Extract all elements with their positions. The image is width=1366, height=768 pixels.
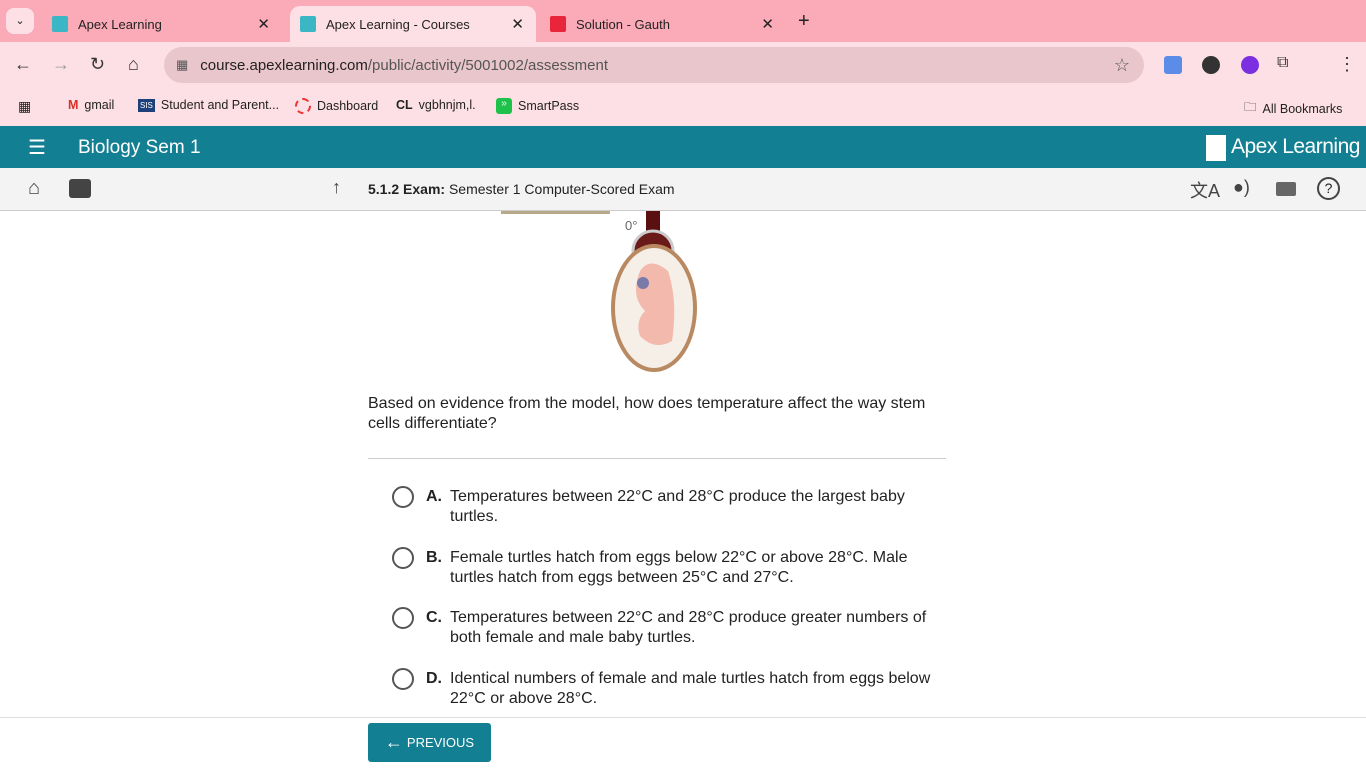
answer-option-b[interactable]: B. Female turtles hatch from eggs below 2… [392, 547, 952, 588]
up-arrow-icon[interactable]: ↑ [332, 177, 341, 198]
scale-bar [501, 211, 610, 214]
radio-button[interactable] [392, 547, 414, 569]
cl-icon: CL [396, 98, 413, 112]
all-bookmarks[interactable]: 🗀 All Bookmarks [1244, 98, 1342, 119]
site-info-icon[interactable]: ▦ [176, 57, 188, 73]
activity-number: 5.1.2 [368, 181, 400, 197]
arrow-left-icon: ← [384, 732, 403, 752]
url-path: /public/activity/5001002/assessment [367, 56, 609, 74]
tab-apex-courses[interactable]: Apex Learning - Courses ✕ [290, 6, 536, 42]
read-aloud-icon[interactable]: ●) [1233, 177, 1250, 198]
radio-button[interactable] [392, 486, 414, 508]
option-letter: C. [426, 609, 442, 626]
menu-icon[interactable]: ⋮ [1338, 54, 1356, 75]
tab-title: Solution - Gauth [576, 16, 670, 32]
bookmark-smartpass[interactable]: » SmartPass [496, 98, 579, 114]
answer-option-a[interactable]: A. Temperatures between 22°C and 28°C pro… [392, 486, 952, 527]
extension-icon[interactable] [1164, 56, 1182, 74]
bookmark-sis[interactable]: SIS Student and Parent... [138, 98, 279, 112]
temperature-label: 0° [625, 218, 637, 233]
url-host: course.apexlearning.com [200, 56, 368, 74]
previous-button[interactable]: ← PREVIOUS [368, 723, 491, 762]
bookmark-star-icon[interactable]: ☆ [1114, 55, 1130, 76]
apps-grid-icon[interactable]: ▦ [18, 98, 31, 115]
print-icon[interactable] [1276, 182, 1296, 196]
bookmark-label: gmail [84, 98, 115, 112]
tab-title: Apex Learning [78, 16, 162, 32]
forward-icon[interactable]: → [52, 54, 70, 75]
bookmark-dashboard[interactable]: Dashboard [295, 98, 378, 114]
bookmarks-bar: ▦ Mgmail SIS Student and Parent... Dashbo… [0, 88, 1366, 126]
radio-button[interactable] [392, 668, 414, 690]
activity-type: Exam: [403, 181, 446, 197]
reload-icon[interactable]: ↻ [90, 54, 105, 75]
option-letter: B. [426, 549, 442, 566]
translate-icon[interactable]: 文A [1190, 177, 1220, 203]
tab-gauth[interactable]: Solution - Gauth ✕ [540, 6, 786, 42]
bookmark-label: All Bookmarks [1262, 101, 1343, 116]
browser-toolbar: ← → ↻ ⌂ ▦ course.apexlearning.com/public… [0, 42, 1366, 88]
activity-bar: ⌂ ↑ 5.1.2 Exam: Semester 1 Computer-Scor… [0, 168, 1366, 211]
tab-search-button[interactable]: ⌄ [6, 8, 34, 34]
smartpass-icon: » [496, 98, 512, 114]
new-tab-button[interactable]: + [798, 10, 810, 33]
bookmark-label: vgbhnjm,l. [418, 98, 476, 112]
extensions-puzzle-icon[interactable]: ⧉ [1277, 54, 1288, 72]
close-tab-icon[interactable]: ✕ [257, 15, 270, 33]
course-header: ☰ Biology Sem 1 Apex Learning [0, 126, 1366, 168]
bookmark-gmail[interactable]: Mgmail [68, 98, 114, 112]
folder-icon: 🗀 [1244, 100, 1257, 114]
extension-k-icon[interactable] [1241, 56, 1259, 74]
sis-icon: SIS [138, 98, 155, 112]
gmail-icon: M [68, 98, 79, 112]
option-text: Identical numbers of female and male tur… [450, 670, 931, 707]
divider [368, 458, 946, 459]
option-text: Temperatures between 22°C and 28°C produ… [450, 609, 927, 646]
apex-logo: Apex Learning [1231, 135, 1360, 158]
activity-title: Semester 1 Computer-Scored Exam [448, 181, 675, 197]
answer-option-c[interactable]: C. Temperatures between 22°C and 28°C pro… [392, 607, 952, 648]
help-icon[interactable]: ? [1317, 177, 1340, 200]
home-icon[interactable]: ⌂ [28, 177, 40, 200]
gauth-favicon-icon [550, 16, 566, 32]
question-text: Based on evidence from the model, how do… [368, 395, 926, 432]
close-tab-icon[interactable]: ✕ [761, 15, 774, 33]
option-text: Female turtles hatch from eggs below 22°… [450, 549, 908, 586]
extension-icon[interactable] [1202, 56, 1220, 74]
bookmark-label: Dashboard [317, 99, 379, 113]
answer-option-d[interactable]: D. Identical numbers of female and male t… [392, 668, 952, 709]
bookmark-label: SmartPass [518, 99, 580, 113]
home-icon[interactable]: ⌂ [128, 54, 139, 75]
option-letter: A. [426, 488, 442, 505]
option-text: Temperatures between 22°C and 28°C produ… [450, 488, 905, 525]
bookmark-label: Student and Parent... [160, 98, 280, 112]
menu-list-icon[interactable]: ☰ [28, 135, 46, 160]
apex-favicon-icon [52, 16, 68, 32]
dashboard-icon [295, 98, 311, 114]
radio-button[interactable] [392, 607, 414, 629]
address-bar[interactable]: ▦ course.apexlearning.com/public/activit… [164, 47, 1144, 83]
course-title: Biology Sem 1 [78, 137, 201, 158]
tab-apex-learning[interactable]: Apex Learning ✕ [42, 6, 282, 42]
turtle-embryo-egg-image: 0° [611, 211, 697, 372]
back-icon[interactable]: ← [14, 54, 32, 75]
tab-bar: ⌄ Apex Learning ✕ Apex Learning - Course… [0, 0, 1366, 42]
apex-logo-icon [1206, 135, 1226, 161]
apex-favicon-icon [300, 16, 316, 32]
question-content: 0° Based on evidence from the model, how… [0, 211, 1366, 717]
previous-label: PREVIOUS [406, 735, 475, 750]
footer-bar: ← PREVIOUS [0, 717, 1366, 768]
bookmark-cl[interactable]: CL vgbhnjm,l. [396, 98, 476, 112]
briefcase-icon[interactable] [69, 179, 91, 198]
option-letter: D. [426, 670, 442, 687]
tab-title: Apex Learning - Courses [326, 16, 470, 32]
close-tab-icon[interactable]: ✕ [511, 15, 524, 33]
